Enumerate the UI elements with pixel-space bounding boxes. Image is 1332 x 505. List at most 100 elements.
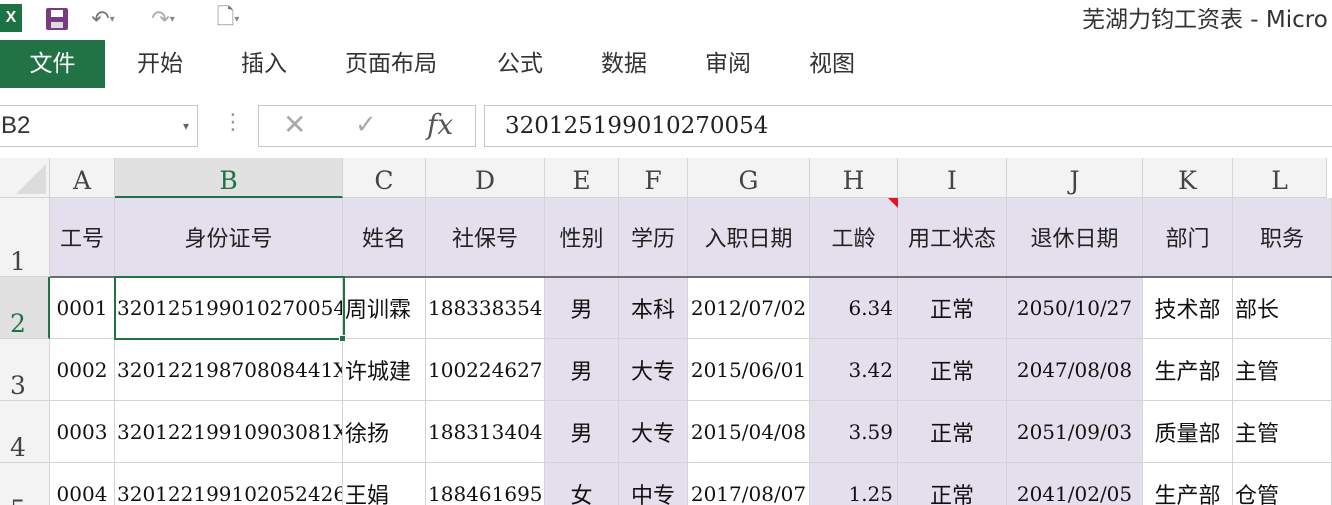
table-cell[interactable]: 男 <box>545 339 619 401</box>
customize-dropdown-icon[interactable]: ▾ <box>234 14 239 25</box>
tab-insert[interactable]: 插入 <box>241 40 287 88</box>
column-header[interactable]: A <box>50 158 115 198</box>
save-icon[interactable] <box>44 4 70 34</box>
table-cell[interactable]: 32012219910903081X <box>115 401 343 463</box>
column-header[interactable]: H <box>810 158 898 198</box>
table-cell[interactable]: 1.25 <box>810 463 898 505</box>
header-cell[interactable]: 用工状态 <box>898 198 1007 277</box>
tab-data[interactable]: 数据 <box>601 40 647 88</box>
column-header[interactable]: F <box>619 158 688 198</box>
table-cell[interactable]: 大专 <box>619 339 688 401</box>
table-cell[interactable]: 2015/04/08 <box>688 401 810 463</box>
formula-input[interactable]: 320125199010270054 <box>484 105 1332 147</box>
table-cell[interactable]: 2012/07/02 <box>688 277 810 339</box>
header-cell[interactable]: 身份证号 <box>115 198 343 277</box>
tab-home[interactable]: 开始 <box>137 40 183 88</box>
print-preview-icon[interactable]: 🗋 ▾ <box>212 4 244 34</box>
header-cell[interactable]: 性别 <box>545 198 619 277</box>
table-cell[interactable]: 2017/08/07 <box>688 463 810 505</box>
table-cell[interactable]: 2047/08/08 <box>1007 339 1143 401</box>
table-cell[interactable]: 3.59 <box>810 401 898 463</box>
table-cell[interactable]: 1002246272 <box>426 339 545 401</box>
tab-formulas[interactable]: 公式 <box>497 40 543 88</box>
redo-icon[interactable]: ↷ ▾ <box>148 4 178 34</box>
table-cell[interactable]: 2041/02/05 <box>1007 463 1143 505</box>
row-header[interactable]: 5 <box>0 463 50 505</box>
name-box[interactable]: B2 ▾ <box>0 105 198 147</box>
table-cell[interactable]: 女 <box>545 463 619 505</box>
cancel-icon[interactable]: ✕ <box>283 108 306 141</box>
table-cell[interactable]: 仓管 <box>1233 463 1332 505</box>
fill-handle[interactable] <box>339 335 346 342</box>
row-header[interactable]: 2 <box>0 277 50 339</box>
column-header[interactable]: D <box>426 158 545 198</box>
header-cell[interactable]: 职务 <box>1233 198 1332 277</box>
table-cell[interactable]: 2050/10/27 <box>1007 277 1143 339</box>
column-header[interactable]: C <box>343 158 426 198</box>
tab-page-layout[interactable]: 页面布局 <box>345 40 437 88</box>
column-header[interactable]: J <box>1007 158 1143 198</box>
table-cell[interactable]: 32012219870808441X <box>115 339 343 401</box>
table-cell[interactable]: 0002 <box>50 339 115 401</box>
table-cell[interactable]: 3.42 <box>810 339 898 401</box>
row-header[interactable]: 1 <box>0 198 50 277</box>
row-header[interactable]: 3 <box>0 339 50 401</box>
table-cell[interactable]: 320122199102052426 <box>115 463 343 505</box>
table-cell[interactable]: 1884616955 <box>426 463 545 505</box>
table-cell[interactable]: 正常 <box>898 339 1007 401</box>
table-cell[interactable]: 主管 <box>1233 339 1332 401</box>
header-cell[interactable]: 社保号 <box>426 198 545 277</box>
tab-view[interactable]: 视图 <box>809 40 855 88</box>
table-cell[interactable]: 正常 <box>898 463 1007 505</box>
table-cell[interactable]: 许城建 <box>343 339 426 401</box>
header-cell[interactable]: 姓名 <box>343 198 426 277</box>
table-cell[interactable]: 大专 <box>619 401 688 463</box>
header-cell[interactable]: 工龄 <box>810 198 898 277</box>
header-cell[interactable]: 部门 <box>1143 198 1233 277</box>
table-cell[interactable]: 正常 <box>898 277 1007 339</box>
column-header[interactable]: I <box>898 158 1007 198</box>
table-cell[interactable]: 周训霖 <box>343 277 426 339</box>
table-cell[interactable]: 男 <box>545 401 619 463</box>
table-cell[interactable]: 0003 <box>50 401 115 463</box>
table-cell[interactable]: 0001 <box>50 277 115 339</box>
table-cell[interactable]: 320125199010270054 <box>115 277 343 339</box>
tab-file[interactable]: 文件 <box>0 40 105 88</box>
column-header[interactable]: G <box>688 158 810 198</box>
table-cell[interactable]: 本科 <box>619 277 688 339</box>
table-cell[interactable]: 正常 <box>898 401 1007 463</box>
header-cell[interactable]: 入职日期 <box>688 198 810 277</box>
column-header[interactable]: B <box>115 158 343 198</box>
table-cell[interactable]: 部长 <box>1233 277 1332 339</box>
row-header[interactable]: 4 <box>0 401 50 463</box>
table-cell[interactable]: 1883134045 <box>426 401 545 463</box>
table-cell[interactable]: 2051/09/03 <box>1007 401 1143 463</box>
table-cell[interactable]: 0004 <box>50 463 115 505</box>
undo-icon[interactable]: ↶ ▾ <box>88 4 118 34</box>
table-cell[interactable]: 6.34 <box>810 277 898 339</box>
formula-bar-resize-handle[interactable]: ⋮ <box>222 110 244 135</box>
table-cell[interactable]: 主管 <box>1233 401 1332 463</box>
tab-review[interactable]: 审阅 <box>705 40 751 88</box>
table-cell[interactable]: 徐扬 <box>343 401 426 463</box>
table-cell[interactable]: 生产部 <box>1143 339 1233 401</box>
table-cell[interactable]: 技术部 <box>1143 277 1233 339</box>
table-cell[interactable]: 中专 <box>619 463 688 505</box>
excel-app-icon[interactable]: X <box>0 4 22 32</box>
table-cell[interactable]: 王娟 <box>343 463 426 505</box>
select-all-corner[interactable] <box>0 158 50 198</box>
enter-check-icon[interactable]: ✓ <box>355 110 377 140</box>
column-header[interactable]: K <box>1143 158 1233 198</box>
table-cell[interactable]: 2015/06/01 <box>688 339 810 401</box>
column-header[interactable]: E <box>545 158 619 198</box>
header-cell[interactable]: 学历 <box>619 198 688 277</box>
column-header[interactable]: L <box>1233 158 1327 198</box>
table-cell[interactable]: 男 <box>545 277 619 339</box>
table-cell[interactable]: 质量部 <box>1143 401 1233 463</box>
table-cell[interactable]: 1883383542 <box>426 277 545 339</box>
name-box-dropdown-icon[interactable]: ▾ <box>183 106 189 146</box>
header-cell[interactable]: 工号 <box>50 198 115 277</box>
header-cell[interactable]: 退休日期 <box>1007 198 1143 277</box>
insert-function-icon[interactable]: fx <box>427 108 453 141</box>
table-cell[interactable]: 生产部 <box>1143 463 1233 505</box>
